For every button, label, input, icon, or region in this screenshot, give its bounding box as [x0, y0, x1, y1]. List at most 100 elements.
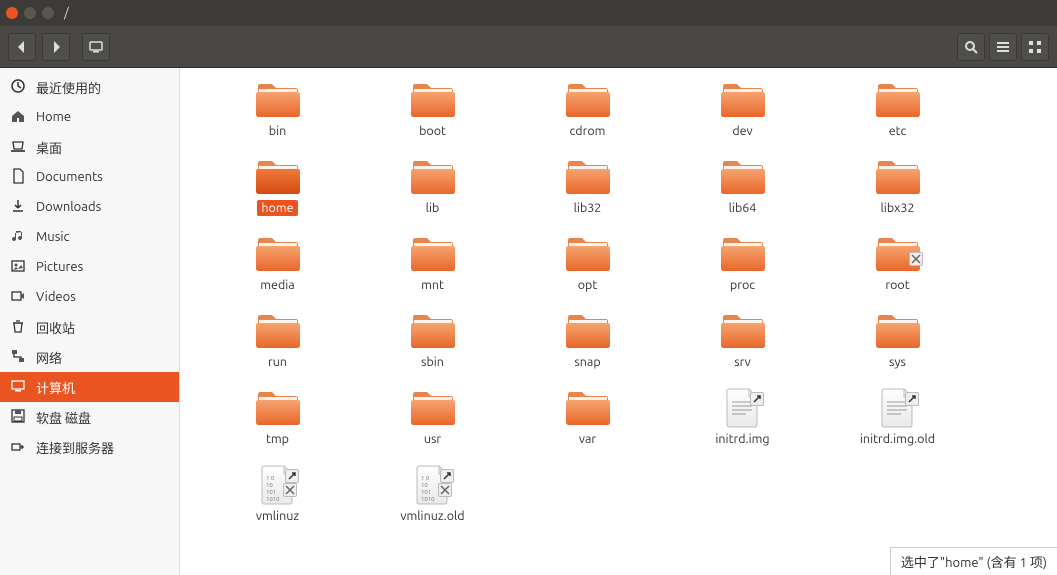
item-label: initrd.img: [711, 431, 773, 447]
svg-text:1010: 1010: [421, 496, 435, 503]
videos-icon: [10, 288, 26, 307]
content-pane[interactable]: binboot cdrom devetc home lib lib32lib64libx3…: [180, 68, 1057, 575]
item-snap[interactable]: snap: [510, 311, 665, 370]
minimize-window-button[interactable]: [24, 7, 36, 19]
folder-icon: [410, 234, 456, 274]
sidebar-item-computer[interactable]: 计算机: [0, 372, 179, 402]
toolbar: [0, 26, 1057, 68]
back-button[interactable]: [8, 33, 36, 61]
list-view-button[interactable]: [989, 33, 1017, 61]
item-label: cdrom: [566, 123, 610, 139]
folder-icon: [565, 157, 611, 197]
item-proc[interactable]: proc: [665, 234, 820, 293]
item-lib32[interactable]: lib32: [510, 157, 665, 216]
window-controls: [6, 7, 54, 19]
folder-icon: [255, 388, 301, 428]
file-icon: [881, 388, 915, 428]
item-lib64[interactable]: lib64: [665, 157, 820, 216]
folder-icon: [255, 234, 301, 274]
close-window-button[interactable]: [6, 7, 18, 19]
item-label: var: [575, 431, 600, 447]
sidebar-item-label: 连接到服务器: [36, 438, 114, 457]
floppy-icon: [10, 408, 26, 427]
search-button[interactable]: [957, 33, 985, 61]
item-run[interactable]: run: [200, 311, 355, 370]
folder-icon: [875, 311, 921, 351]
sidebar-item-floppy[interactable]: 软盘 磁盘: [0, 402, 179, 432]
path-computer-button[interactable]: [82, 33, 110, 61]
item-label: media: [256, 277, 298, 293]
item-root[interactable]: root: [820, 234, 975, 293]
folder-icon: [565, 80, 611, 120]
maximize-window-button[interactable]: [42, 7, 54, 19]
sidebar-item-network[interactable]: 网络: [0, 342, 179, 372]
folder-icon: [875, 80, 921, 120]
item-label: sbin: [417, 354, 448, 370]
item-home[interactable]: home: [200, 157, 355, 216]
item-initrd-img[interactable]: initrd.img: [665, 388, 820, 447]
sidebar-item-documents[interactable]: Documents: [0, 162, 179, 192]
sidebar-item-downloads[interactable]: Downloads: [0, 192, 179, 222]
sidebar-item-label: Pictures: [36, 260, 83, 274]
item-label: run: [264, 354, 291, 370]
sidebar-item-music[interactable]: Music: [0, 222, 179, 252]
titlebar: /: [0, 0, 1057, 26]
doc-icon: [10, 168, 26, 187]
folder-icon: [565, 311, 611, 351]
connect-icon: [10, 438, 26, 457]
folder-icon: [875, 157, 921, 197]
item-etc[interactable]: etc: [820, 80, 975, 139]
item-label: initrd.img.old: [856, 431, 939, 447]
sidebar-item-videos[interactable]: Videos: [0, 282, 179, 312]
svg-text:10: 10: [266, 482, 273, 489]
sidebar-item-label: 桌面: [36, 138, 62, 157]
statusbar: 选中了"home" (含有 1 项): [890, 547, 1057, 575]
item-libx32[interactable]: libx32: [820, 157, 975, 216]
item-opt[interactable]: opt: [510, 234, 665, 293]
home-icon: [10, 108, 26, 127]
trash-icon: [10, 318, 26, 337]
sidebar-item-trash[interactable]: 回收站: [0, 312, 179, 342]
sidebar-item-label: Downloads: [36, 200, 101, 214]
folder-icon: [720, 80, 766, 120]
sidebar-item-home[interactable]: Home: [0, 102, 179, 132]
item-boot[interactable]: boot: [355, 80, 510, 139]
item-label: home: [257, 200, 297, 216]
item-srv[interactable]: srv: [665, 311, 820, 370]
item-mnt[interactable]: mnt: [355, 234, 510, 293]
item-sbin[interactable]: sbin: [355, 311, 510, 370]
pictures-icon: [10, 258, 26, 277]
folder-icon: [255, 80, 301, 120]
link-badge-icon: [905, 392, 919, 406]
item-label: opt: [574, 277, 602, 293]
item-usr[interactable]: usr: [355, 388, 510, 447]
sidebar-item-connect[interactable]: 连接到服务器: [0, 432, 179, 462]
sidebar-item-label: 回收站: [36, 318, 75, 337]
item-media[interactable]: media: [200, 234, 355, 293]
svg-text:1010: 1010: [266, 496, 280, 503]
lock-badge-icon: [909, 252, 923, 266]
sidebar-item-pictures[interactable]: Pictures: [0, 252, 179, 282]
item-vmlinuz[interactable]: 1 0101011010vmlinuz: [200, 465, 355, 524]
item-lib[interactable]: lib: [355, 157, 510, 216]
item-label: sys: [885, 354, 910, 370]
forward-button[interactable]: [42, 33, 70, 61]
sidebar-item-label: 计算机: [36, 378, 75, 397]
sidebar-item-desktop[interactable]: 桌面: [0, 132, 179, 162]
sidebar-item-label: 最近使用的: [36, 78, 101, 97]
item-var[interactable]: var: [510, 388, 665, 447]
item-vmlinuz-old[interactable]: 1 0101011010vmlinuz.old: [355, 465, 510, 524]
desktop-icon: [10, 138, 26, 157]
item-dev[interactable]: dev: [665, 80, 820, 139]
icon-view-button[interactable]: [1021, 33, 1049, 61]
item-initrd-img-old[interactable]: initrd.img.old: [820, 388, 975, 447]
item-sys[interactable]: sys: [820, 311, 975, 370]
main-area: 最近使用的 Home 桌面 Documents Downloads Music Pictur…: [0, 68, 1057, 575]
item-label: vmlinuz: [252, 508, 303, 524]
item-label: tmp: [262, 431, 293, 447]
item-label: lib: [422, 200, 444, 216]
item-cdrom[interactable]: cdrom: [510, 80, 665, 139]
item-tmp[interactable]: tmp: [200, 388, 355, 447]
item-bin[interactable]: bin: [200, 80, 355, 139]
sidebar-item-recent[interactable]: 最近使用的: [0, 72, 179, 102]
